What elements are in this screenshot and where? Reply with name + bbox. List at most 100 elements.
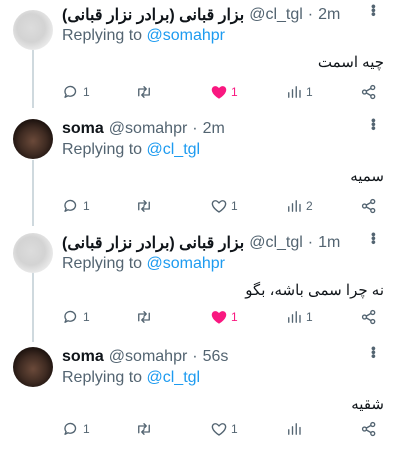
user-handle[interactable]: @cl_tgl (249, 234, 303, 252)
reply-button[interactable]: 1 (62, 420, 90, 438)
share-icon (361, 309, 376, 325)
retweet-icon (138, 86, 150, 98)
views-button[interactable] (285, 420, 306, 438)
reply-button[interactable]: 1 (62, 83, 90, 101)
user-handle[interactable]: @somahpr (109, 348, 188, 366)
share-button[interactable] (360, 83, 378, 101)
share-button[interactable] (360, 308, 378, 326)
views-button[interactable]: 2 (285, 197, 313, 215)
more-icon[interactable]: ••• (366, 118, 382, 130)
action-bar: 1 1 1 (62, 83, 386, 103)
views-button[interactable]: 1 (285, 308, 313, 326)
reply-icon (64, 422, 77, 435)
tweet-text: شقیه (351, 396, 384, 413)
user-handle[interactable]: @cl_tgl (249, 6, 303, 24)
replying-to: Replying to @cl_tgl (62, 369, 200, 387)
reply-count: 1 (83, 85, 90, 99)
avatar[interactable] (13, 119, 53, 159)
display-name[interactable]: soma (62, 348, 104, 366)
views-count: 1 (306, 310, 313, 324)
retweet-button[interactable] (135, 83, 156, 101)
replying-prefix: Replying to (62, 255, 143, 272)
action-bar: 1 1 (62, 420, 386, 440)
retweet-button[interactable] (135, 197, 156, 215)
action-bar: 1 1 2 (62, 197, 386, 217)
replying-prefix: Replying to (62, 27, 143, 44)
tweet[interactable]: بزار قبانی (برادر نزار قبانی) @cl_tgl · … (0, 0, 400, 110)
user-handle[interactable]: @somahpr (109, 120, 188, 138)
reply-icon (64, 199, 77, 212)
reply-count: 1 (83, 199, 90, 213)
replying-to: Replying to @somahpr (62, 255, 225, 273)
reply-button[interactable]: 1 (62, 197, 90, 215)
more-icon[interactable]: ••• (366, 346, 382, 358)
like-count: 1 (231, 422, 238, 436)
like-button[interactable]: 1 (210, 308, 238, 326)
avatar[interactable] (13, 233, 53, 273)
retweet-button[interactable] (135, 420, 156, 438)
display-name[interactable]: بزار قبانی (برادر نزار قبانی) (62, 233, 244, 253)
retweet-button[interactable] (135, 308, 156, 326)
replying-handle[interactable]: @somahpr (147, 27, 226, 44)
display-name[interactable]: soma (62, 120, 104, 138)
reply-button[interactable]: 1 (62, 308, 90, 326)
avatar[interactable] (13, 347, 53, 387)
reply-count: 1 (83, 310, 90, 324)
timestamp[interactable]: 56s (203, 348, 229, 366)
reply-icon (64, 310, 77, 323)
tweet-text: سمیه (350, 168, 384, 185)
avatar[interactable] (13, 10, 53, 50)
views-button[interactable]: 1 (285, 83, 313, 101)
like-button[interactable]: 1 (210, 420, 238, 438)
share-icon (361, 198, 376, 214)
tweet-text: نه چرا سمی باشه، بگو (245, 282, 384, 299)
timestamp[interactable]: 2m (318, 6, 340, 24)
tweet-header: soma @somahpr · 2m (62, 118, 360, 140)
tweet[interactable]: soma @somahpr · 56s ••• Replying to @cl_… (0, 342, 400, 456)
replying-to: Replying to @somahpr (62, 27, 225, 45)
timestamp[interactable]: 1m (318, 234, 340, 252)
like-icon (211, 200, 227, 213)
reply-count: 1 (83, 422, 90, 436)
separator: · (192, 120, 198, 137)
share-icon (361, 421, 376, 437)
like-icon (211, 423, 227, 436)
like-count: 1 (231, 310, 238, 324)
like-count: 1 (231, 85, 238, 99)
views-count: 1 (306, 85, 313, 99)
action-bar: 1 1 1 (62, 308, 386, 328)
share-button[interactable] (360, 420, 378, 438)
replying-to: Replying to @cl_tgl (62, 141, 200, 159)
replying-prefix: Replying to (62, 369, 143, 386)
views-icon (288, 200, 301, 212)
retweet-icon (138, 311, 150, 323)
tweet-header: soma @somahpr · 56s (62, 346, 360, 368)
share-button[interactable] (360, 197, 378, 215)
separator: · (307, 6, 314, 23)
display-name[interactable]: بزار قبانی (برادر نزار قبانی) (62, 5, 244, 25)
like-icon (211, 311, 227, 324)
replying-handle[interactable]: @cl_tgl (147, 369, 201, 386)
tweet-header: بزار قبانی (برادر نزار قبانی) @cl_tgl · … (62, 232, 360, 254)
tweet[interactable]: soma @somahpr · 2m ••• Replying to @cl_t… (0, 114, 400, 226)
tweet-text: چیه اسمت (317, 54, 384, 71)
replying-handle[interactable]: @somahpr (147, 255, 226, 272)
tweet[interactable]: بزار قبانی (برادر نزار قبانی) @cl_tgl · … (0, 228, 400, 340)
share-icon (361, 84, 376, 100)
tweet-header: بزار قبانی (برادر نزار قبانی) @cl_tgl · … (62, 4, 360, 26)
like-button[interactable]: 1 (210, 83, 238, 101)
timestamp[interactable]: 2m (203, 120, 225, 138)
views-icon (288, 311, 301, 323)
retweet-icon (138, 200, 150, 212)
reply-icon (64, 85, 77, 98)
separator: · (307, 234, 314, 251)
views-icon (288, 86, 301, 98)
replying-prefix: Replying to (62, 141, 143, 158)
views-icon (288, 423, 301, 435)
more-icon[interactable]: ••• (366, 232, 382, 244)
more-icon[interactable]: ••• (366, 4, 382, 16)
like-count: 1 (231, 199, 238, 213)
replying-handle[interactable]: @cl_tgl (147, 141, 201, 158)
separator: · (192, 348, 198, 365)
like-button[interactable]: 1 (210, 197, 238, 215)
